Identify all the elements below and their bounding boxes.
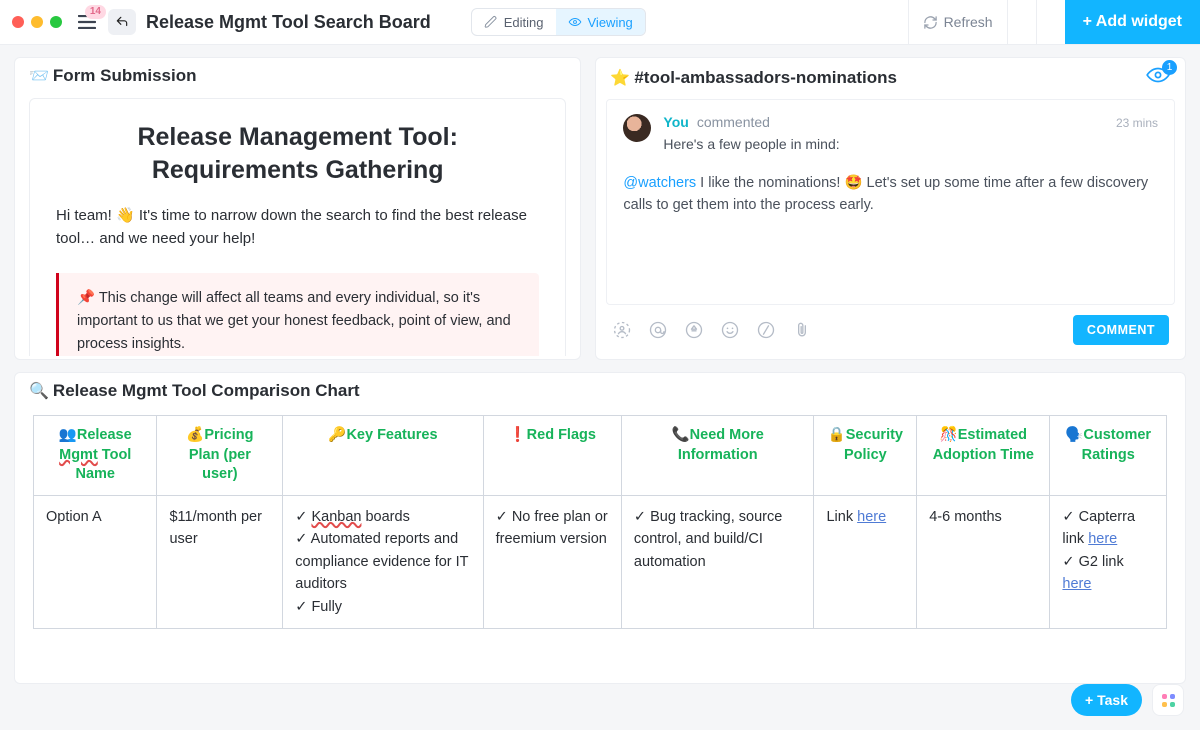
capterra-link[interactable]: here (1088, 531, 1117, 547)
form-widget-title: Form Submission (53, 66, 197, 86)
record-icon[interactable] (684, 320, 704, 340)
mode-editing[interactable]: Editing (472, 9, 556, 35)
refresh-button[interactable]: Refresh (908, 0, 1007, 44)
mode-toggle: Editing Viewing (471, 8, 646, 36)
chat-message-2: @watchers I like the nominations! 🤩 Let'… (623, 172, 1158, 217)
comparison-widget: 🔍 Release Mgmt Tool Comparison Chart 👥Re… (14, 372, 1186, 684)
emoji-icon[interactable] (720, 320, 740, 340)
assign-icon[interactable] (612, 320, 632, 340)
close-window-dot[interactable] (12, 16, 24, 28)
table-row: Option A $11/month per user ✓ Kanban boa… (34, 495, 1167, 628)
form-heading: Release Management Tool: Requirements Ga… (56, 121, 539, 186)
task-label: Task (1097, 692, 1128, 708)
form-callout-text: This change will affect all teams and ev… (77, 290, 511, 352)
col-red-flags: ❗Red Flags (483, 416, 621, 496)
maximize-window-dot[interactable] (50, 16, 62, 28)
comment-button-label: COMMENT (1087, 323, 1155, 337)
chat-widget-title: #tool-ambassadors-nominations (634, 68, 897, 88)
chat-action: commented (697, 114, 770, 130)
cell-more-info: ✓ Bug tracking, source control, and buil… (621, 495, 814, 628)
col-ratings: 🗣️Customer Ratings (1050, 416, 1167, 496)
cell-adoption: 4-6 months (917, 495, 1050, 628)
new-task-button[interactable]: + Task (1071, 684, 1142, 716)
add-widget-label: + Add widget (1083, 13, 1182, 31)
chat-thread: You commented 23 mins Here's a few peopl… (606, 99, 1175, 305)
fullscreen-icon[interactable] (1036, 0, 1065, 44)
chat-timestamp: 23 mins (1116, 116, 1158, 130)
chat-compose-toolbar: COMMENT (606, 305, 1175, 345)
col-tool-name: 👥Release Mgmt Tool Name (34, 416, 157, 496)
notification-badge: 14 (85, 5, 106, 19)
col-pricing: 💰Pricing Plan (per user) (157, 416, 283, 496)
star-icon: ⭐ (610, 68, 630, 88)
floating-actions: + Task (1071, 684, 1184, 716)
watchers-count: 1 (1162, 60, 1177, 75)
comparison-widget-title: Release Mgmt Tool Comparison Chart (53, 381, 360, 401)
security-link[interactable]: here (857, 509, 886, 525)
form-document: Release Management Tool: Requirements Ga… (29, 98, 566, 356)
mac-window-controls (12, 16, 62, 28)
form-intro: Hi team! 👋 It's time to narrow down the … (56, 204, 539, 251)
avatar[interactable] (623, 114, 651, 142)
form-intro-pre: Hi team! (56, 207, 116, 224)
form-callout: 📌 This change will affect all teams and … (56, 273, 539, 357)
slash-command-icon[interactable] (756, 320, 776, 340)
attach-icon[interactable] (792, 320, 812, 340)
table-header-row: 👥Release Mgmt Tool Name 💰Pricing Plan (p… (34, 416, 1167, 496)
chat-username[interactable]: You (663, 114, 688, 130)
wave-icon: 👋 (116, 207, 135, 224)
inbox-icon: 📨 (29, 66, 49, 86)
comparison-table: 👥Release Mgmt Tool Name 💰Pricing Plan (p… (33, 415, 1167, 629)
col-security: 🔒Security Policy (814, 416, 917, 496)
cell-security: Link here (814, 495, 917, 628)
chat-widget: ⭐ #tool-ambassadors-nominations 1 You co… (595, 57, 1186, 360)
mode-viewing-label: Viewing (588, 15, 633, 30)
cell-flags: ✓ No free plan or freemium version (483, 495, 621, 628)
cell-pricing: $11/month per user (157, 495, 283, 628)
col-features: 🔑Key Features (283, 416, 483, 496)
col-more-info: 📞Need More Information (621, 416, 814, 496)
comment-button[interactable]: COMMENT (1073, 315, 1169, 345)
col-adoption-time: 🎊Estimated Adoption Time (917, 416, 1050, 496)
cell-ratings: ✓ Capterra link here ✓ G2 link here (1050, 495, 1167, 628)
plus-icon: + (1085, 692, 1093, 708)
minimize-window-dot[interactable] (31, 16, 43, 28)
topbar-right: Refresh + Add widget (908, 0, 1200, 44)
magnifier-icon: 🔍 (29, 381, 49, 401)
apps-button[interactable] (1152, 684, 1184, 716)
pushpin-icon: 📌 (77, 290, 95, 306)
g2-link[interactable]: here (1062, 576, 1091, 592)
menu-icon[interactable]: 14 (76, 11, 98, 33)
refresh-label: Refresh (944, 14, 993, 30)
apps-icon (1162, 694, 1175, 707)
add-widget-button[interactable]: + Add widget (1065, 0, 1200, 44)
topbar: 14 Release Mgmt Tool Search Board Editin… (0, 0, 1200, 45)
back-button[interactable] (108, 9, 136, 35)
chat-reply-text: I like the nominations! 🤩 Let's set up s… (623, 175, 1148, 213)
page-title: Release Mgmt Tool Search Board (146, 12, 431, 33)
cell-name: Option A (34, 495, 157, 628)
mode-viewing[interactable]: Viewing (556, 9, 645, 35)
cell-features: ✓ Kanban boards ✓ Automated reports and … (283, 495, 483, 628)
mention[interactable]: @watchers (623, 175, 696, 191)
watchers-icon[interactable]: 1 (1145, 66, 1171, 89)
form-submission-widget: 📨 Form Submission Release Management Too… (14, 57, 581, 360)
history-icon[interactable] (1007, 0, 1036, 44)
mention-icon[interactable] (648, 320, 668, 340)
mode-editing-label: Editing (504, 15, 544, 30)
chat-message-1: Here's a few people in mind: (663, 136, 1158, 152)
